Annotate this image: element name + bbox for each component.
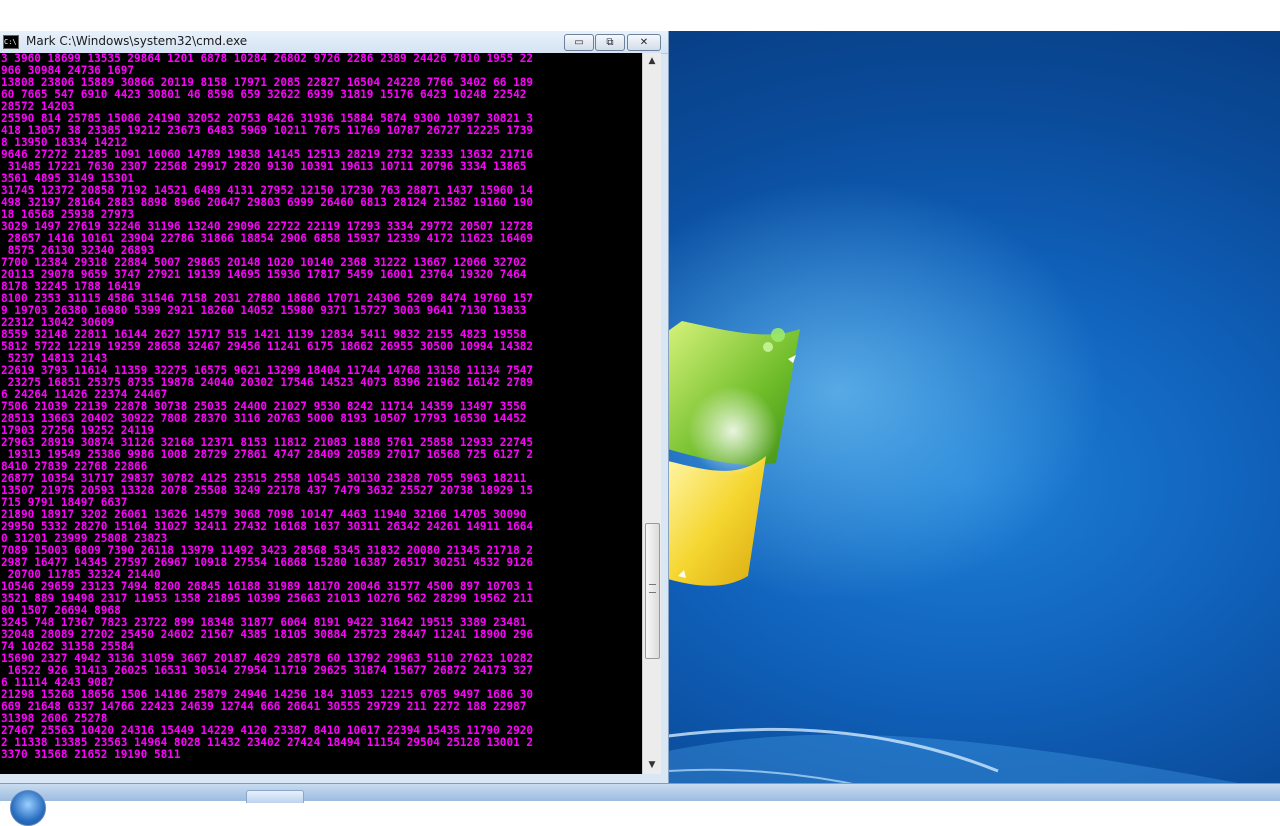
console-output[interactable]: 3 3960 18699 13535 29864 1201 6878 10284…	[0, 53, 642, 774]
scroll-up-arrow[interactable]: ▲	[643, 53, 661, 70]
taskbar	[0, 783, 1280, 826]
console-text: 3 3960 18699 13535 29864 1201 6878 10284…	[1, 53, 534, 761]
taskbar-cmd-button[interactable]	[246, 790, 304, 803]
window-bottom-border	[0, 774, 668, 783]
vertical-scrollbar[interactable]: ▲ ▼	[642, 53, 661, 774]
restore-button[interactable]: ⧉	[595, 34, 625, 51]
scroll-thumb[interactable]	[645, 523, 660, 660]
minimize-button[interactable]: ▭	[564, 34, 594, 51]
console-window[interactable]: C:\ Mark C:\Windows\system32\cmd.exe ▭ ⧉…	[0, 31, 669, 783]
title-bar[interactable]: C:\ Mark C:\Windows\system32\cmd.exe ▭ ⧉…	[0, 31, 668, 54]
desktop-wallpaper	[668, 31, 1280, 800]
desktop-top-strip	[0, 0, 1280, 31]
windows-logo-artwork	[668, 321, 1280, 800]
window-title: Mark C:\Windows\system32\cmd.exe	[26, 34, 248, 48]
start-button[interactable]	[10, 790, 46, 826]
thumb-grip-icon	[649, 584, 656, 594]
cmd-icon: C:\	[3, 35, 19, 49]
close-button[interactable]: ✕	[627, 34, 661, 51]
scroll-down-arrow[interactable]: ▼	[643, 757, 661, 774]
